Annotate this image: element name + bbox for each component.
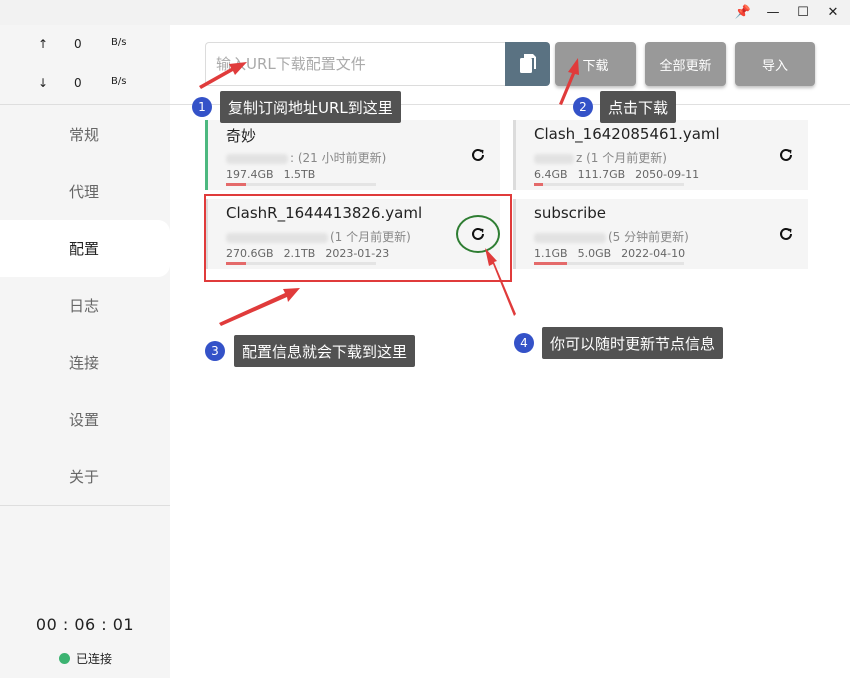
upload-unit: B/s [111,37,127,48]
profile-name: 奇妙 [226,127,257,145]
download-arrow-icon: ↓ [38,76,49,90]
upload-arrow-icon: ↑ [38,37,49,51]
callout-2: 点击下载 [600,91,677,123]
redacted-text [534,153,574,164]
profile-card[interactable]: 奇妙 : (21 小时前更新) 197.4GB 1.5TB [205,120,500,190]
paste-button[interactable] [505,42,550,86]
profile-update-text: : (21 小时前更新) [290,151,387,165]
update-all-button[interactable]: 全部更新 [645,42,726,86]
download-speed: ↓ 0 B/s [0,76,170,96]
callout-4: 你可以随时更新节点信息 [542,327,724,359]
profile-name: Clash_1642085461.yaml [534,125,720,143]
sidebar-item-connections[interactable]: 连接 [0,334,170,391]
arrow-3-icon [219,288,300,326]
sidebar-item-logs[interactable]: 日志 [0,277,170,334]
sidebar-item-profiles[interactable]: 配置 [0,220,170,277]
refresh-icon[interactable] [778,226,794,242]
sidebar-item-proxies[interactable]: 代理 [0,163,170,220]
usage-bar [534,183,684,186]
step-badge-3: 3 [205,341,225,361]
usage-bar-fill [226,183,246,186]
profile-used: 197.4GB [226,168,274,181]
upload-value: 0 [74,37,82,51]
sidebar-divider-top [0,104,170,105]
profile-card[interactable]: subscribe (5 分钟前更新) 1.1GB 5.0GB 2022-04-10 [513,199,808,269]
profile-update-time: z (1 个月前更新) [534,149,667,166]
redacted-text [534,232,606,243]
download-unit: B/s [111,76,127,87]
url-input[interactable] [205,42,505,86]
profile-total: 5.0GB [577,247,612,260]
profile-update-text: (5 分钟前更新) [608,230,689,244]
download-value: 0 [74,76,82,90]
refresh-icon[interactable] [778,147,794,163]
status-text: 已连接 [76,652,113,666]
connection-timer: 00 : 06 : 01 [35,615,135,634]
usage-bar [226,183,376,186]
profile-used: 6.4GB [534,168,568,181]
sidebar-item-about[interactable]: 关于 [0,448,170,505]
step-badge-1: 1 [192,97,212,117]
minimize-button[interactable]: — [758,0,788,25]
callout-1: 复制订阅地址URL到这里 [220,91,401,123]
import-button[interactable]: 导入 [735,42,815,86]
profile-used: 1.1GB [534,247,568,260]
profile-total: 1.5TB [283,168,316,181]
sidebar-item-settings[interactable]: 设置 [0,391,170,448]
profile-update-text: z (1 个月前更新) [576,151,667,165]
sidebar: ↑ 0 B/s ↓ 0 B/s 常规 代理 配置 日志 连接 设置 关于 00 … [0,25,170,678]
sidebar-divider-bottom [0,505,170,506]
profile-traffic: 6.4GB 111.7GB 2050-09-11 [534,168,709,181]
download-button[interactable]: 下载 [555,42,636,86]
profile-expire: 2050-09-11 [635,168,700,181]
pin-icon[interactable]: 📌 [728,0,758,25]
step-badge-2: 2 [573,97,593,117]
usage-bar-fill [534,262,567,265]
connection-status: 已连接 [59,650,112,667]
profile-update-time: (5 分钟前更新) [534,228,689,245]
usage-bar [534,262,684,265]
profile-update-time: : (21 小时前更新) [226,149,386,166]
clipboard-icon [519,54,536,73]
step-badge-4: 4 [514,333,534,353]
upload-speed: ↑ 0 B/s [0,37,170,57]
highlight-circle [456,215,500,253]
title-bar: 📌 — ☐ ✕ [0,0,850,25]
profile-expire: 2022-04-10 [621,247,686,260]
profile-total: 111.7GB [577,168,626,181]
status-dot-icon [59,653,70,664]
profile-name: subscribe [534,204,606,222]
redacted-text [226,153,288,164]
profile-card[interactable]: Clash_1642085461.yaml z (1 个月前更新) 6.4GB 1… [513,120,808,190]
refresh-icon[interactable] [470,147,486,163]
callout-3: 配置信息就会下载到这里 [234,335,416,367]
close-button[interactable]: ✕ [818,0,848,25]
profile-traffic: 197.4GB 1.5TB [226,168,325,181]
profile-traffic: 1.1GB 5.0GB 2022-04-10 [534,247,695,260]
maximize-button[interactable]: ☐ [788,0,818,25]
sidebar-item-general[interactable]: 常规 [0,106,170,163]
usage-bar-fill [534,183,543,186]
